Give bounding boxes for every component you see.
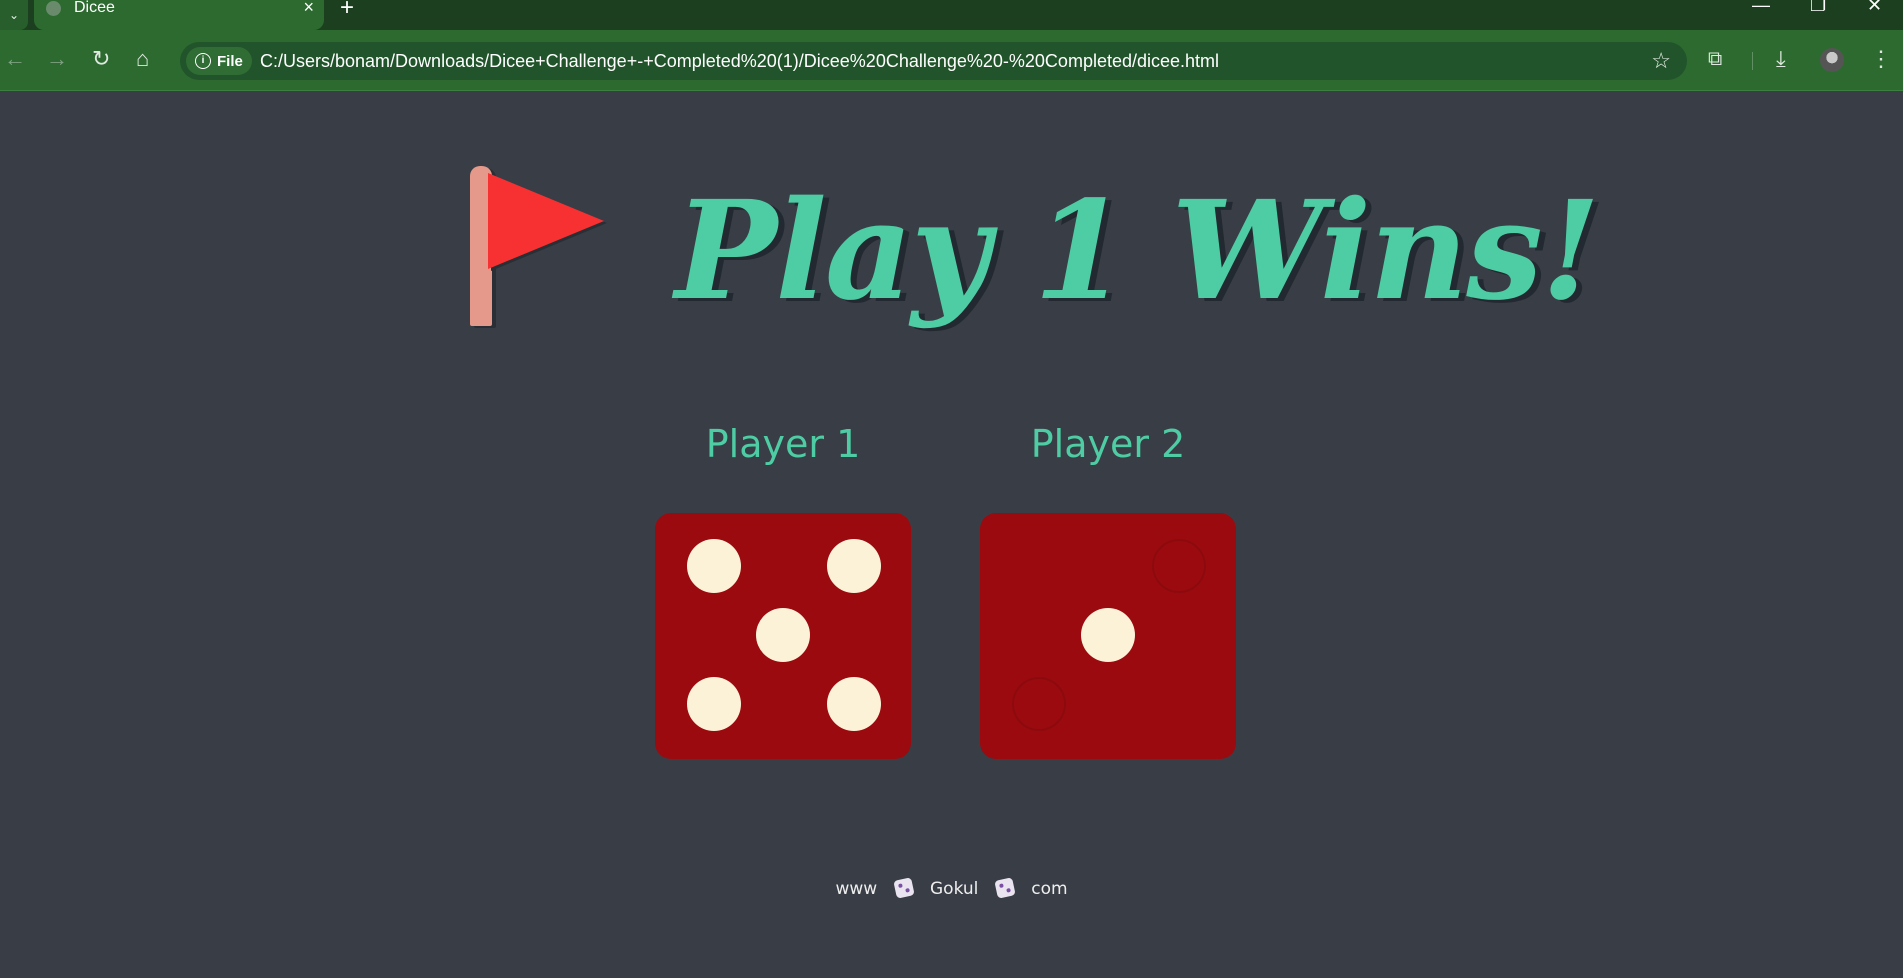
download-icon[interactable]: ⤓ xyxy=(1776,46,1786,72)
die-pip xyxy=(827,539,881,593)
close-window-button[interactable]: ✕ xyxy=(1867,0,1882,14)
browser-tab-strip: ⌄ Dicee × + — ❐ ✕ xyxy=(0,0,1903,30)
die-pip-hidden xyxy=(1152,539,1206,593)
minimize-button[interactable]: — xyxy=(1752,0,1770,14)
footer-text-www: www xyxy=(835,879,878,899)
bookmark-star-icon[interactable]: ☆ xyxy=(1651,42,1671,80)
tab-close-button[interactable]: × xyxy=(303,0,314,16)
footer: www Gokul com xyxy=(0,877,1903,899)
heading-container: Play 1 Wins! xyxy=(460,161,1601,361)
back-button[interactable]: ← xyxy=(4,46,26,72)
footer-text-com: com xyxy=(1031,879,1068,899)
globe-icon xyxy=(46,1,61,16)
menu-icon[interactable]: ⋮ xyxy=(1870,46,1892,72)
dice-icon xyxy=(994,877,1016,899)
die-pip xyxy=(827,677,881,731)
flag-cloth xyxy=(488,173,604,269)
restore-button[interactable]: ❐ xyxy=(1810,0,1826,14)
home-button[interactable]: ⌂ xyxy=(136,46,149,72)
die-pip xyxy=(1081,608,1135,662)
dice-icon xyxy=(892,877,915,899)
address-bar[interactable]: i File C:/Users/bonam/Downloads/Dicee+Ch… xyxy=(180,42,1687,80)
player-2-label: Player 2 xyxy=(1030,422,1186,466)
chevron-down-icon: ⌄ xyxy=(8,8,20,22)
browser-tab-dicee[interactable]: Dicee × xyxy=(34,0,324,30)
player-2-die xyxy=(980,513,1236,759)
toolbar-divider xyxy=(1752,52,1753,70)
tab-title: Dicee xyxy=(74,0,115,16)
extensions-icon[interactable]: ⧉ xyxy=(1708,46,1722,72)
player-2-container: Player 2 xyxy=(980,419,1236,759)
player-1-die xyxy=(655,513,911,759)
footer-text-name: Gokul xyxy=(930,879,979,899)
page-content: Play 1 Wins! Player 1 Player 2 www Gokul… xyxy=(0,91,1903,978)
die-pip xyxy=(687,539,741,593)
forward-button[interactable]: → xyxy=(46,46,68,72)
die-pip xyxy=(756,608,810,662)
player-1-container: Player 1 xyxy=(655,419,911,759)
browser-toolbar: ← → ↻ ⌂ i File C:/Users/bonam/Downloads/… xyxy=(0,30,1903,91)
tab-list-button[interactable]: ⌄ xyxy=(0,0,28,30)
site-chip-label: File xyxy=(217,52,243,70)
reload-button[interactable]: ↻ xyxy=(92,46,110,72)
profile-avatar[interactable] xyxy=(1820,48,1844,72)
info-icon: i xyxy=(195,53,211,69)
new-tab-button[interactable]: + xyxy=(340,0,354,20)
player-1-label: Player 1 xyxy=(705,422,861,466)
die-pip xyxy=(687,677,741,731)
url-text[interactable]: C:/Users/bonam/Downloads/Dicee+Challenge… xyxy=(260,42,1219,80)
die-pip-hidden xyxy=(1012,677,1066,731)
page-title: Play 1 Wins! xyxy=(675,171,1601,331)
site-info-chip[interactable]: i File xyxy=(186,47,252,75)
